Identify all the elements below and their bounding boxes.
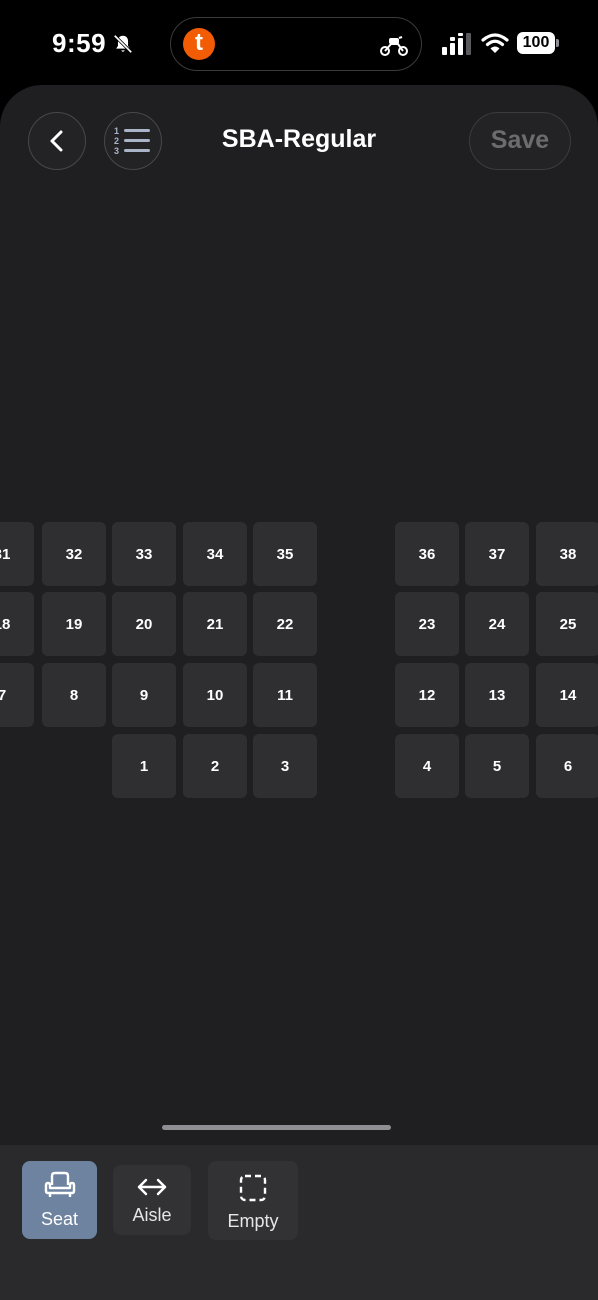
seat[interactable]: 32 [42, 522, 106, 586]
seat[interactable]: 37 [465, 522, 529, 586]
seat-icon [44, 1171, 75, 1197]
seat[interactable]: 10 [183, 663, 247, 727]
bell-slash-icon [113, 34, 133, 54]
seat-layout-sheet: 3132333435363738181920212223242578910111… [0, 85, 598, 1300]
aisle-arrows-icon [137, 1178, 167, 1196]
seat[interactable]: 24 [465, 592, 529, 656]
seat-map[interactable]: 3132333435363738181920212223242578910111… [0, 85, 598, 1135]
seat[interactable]: 11 [253, 663, 317, 727]
seat-tool-button[interactable]: Seat [22, 1161, 97, 1239]
cellular-signal-icon [442, 33, 471, 55]
status-time: 9:59 [52, 28, 107, 58]
tool-palette: Seat Aisle Empty [0, 1145, 598, 1300]
seat[interactable]: 21 [183, 592, 247, 656]
dynamic-island[interactable]: t [170, 17, 422, 71]
seat[interactable]: 36 [395, 522, 459, 586]
seat[interactable]: 14 [536, 663, 598, 727]
seat[interactable]: 35 [253, 522, 317, 586]
seat[interactable]: 34 [183, 522, 247, 586]
seat[interactable]: 13 [465, 663, 529, 727]
seat[interactable]: 18 [0, 592, 34, 656]
seat[interactable]: 19 [42, 592, 106, 656]
seat[interactable]: 22 [253, 592, 317, 656]
aisle-tool-button[interactable]: Aisle [113, 1165, 191, 1235]
empty-tool-label: Empty [227, 1211, 279, 1231]
seat[interactable]: 31 [0, 522, 34, 586]
status-bar: 9:59 t 100 [0, 0, 598, 86]
wifi-icon [481, 33, 509, 53]
seat[interactable]: 38 [536, 522, 598, 586]
scroll-indicator[interactable] [162, 1125, 391, 1130]
seat[interactable]: 12 [395, 663, 459, 727]
screen: 9:59 t 100 1 32 33 34 35 36 37 38 8 19 2… [0, 0, 598, 1300]
aisle-tool-label: Aisle [132, 1205, 172, 1225]
battery-level: 100 [517, 32, 555, 54]
seat[interactable]: 25 [536, 592, 598, 656]
app-icon: t [183, 28, 215, 60]
empty-dashed-icon [239, 1174, 267, 1202]
seat[interactable]: 5 [465, 734, 529, 798]
seat[interactable]: 1 [112, 734, 176, 798]
seat[interactable]: 3 [253, 734, 317, 798]
battery-indicator: 100 [517, 32, 559, 54]
seat[interactable]: 4 [395, 734, 459, 798]
seat-tool-label: Seat [40, 1209, 79, 1229]
seat[interactable]: 6 [536, 734, 598, 798]
seat[interactable]: 2 [183, 734, 247, 798]
save-button[interactable]: Save [469, 112, 571, 170]
empty-tool-button[interactable]: Empty [208, 1161, 298, 1240]
scooter-icon [380, 36, 408, 56]
seat[interactable]: 20 [112, 592, 176, 656]
seat[interactable]: 8 [42, 663, 106, 727]
seat[interactable]: 9 [112, 663, 176, 727]
seat[interactable]: 33 [112, 522, 176, 586]
seat[interactable]: 7 [0, 663, 34, 727]
battery-cap [556, 39, 559, 47]
seat[interactable]: 23 [395, 592, 459, 656]
